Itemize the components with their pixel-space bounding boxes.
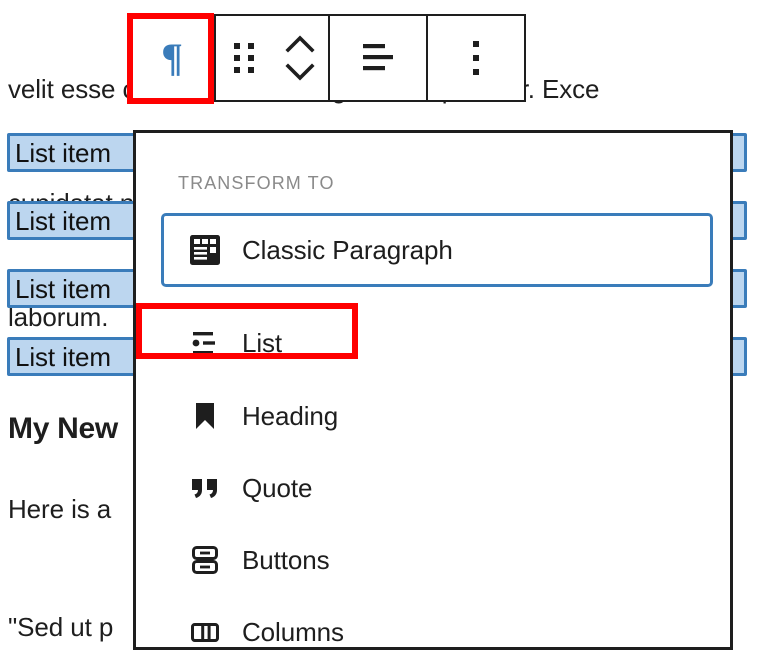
classic-paragraph-icon (186, 231, 224, 269)
move-block-buttons[interactable] (272, 16, 328, 100)
drag-handle-button[interactable] (216, 16, 272, 100)
list-item-text: List item (15, 342, 111, 372)
transform-option-list[interactable]: List (161, 306, 713, 380)
toolbar-group-block-type: ¶ (130, 16, 216, 100)
transform-menu-heading: TRANSFORM TO (178, 173, 335, 193)
toolbar-group-movers (216, 16, 330, 100)
transform-option-label: Heading (242, 400, 339, 431)
transform-option-label: Classic Paragraph (242, 234, 453, 265)
quote-block[interactable]: "Sed ut p (8, 612, 113, 643)
drag-handle-icon (234, 43, 254, 73)
transform-option-quote[interactable]: Quote (161, 451, 713, 525)
transform-option-columns[interactable]: Columns (161, 595, 713, 647)
transform-option-label: List (242, 327, 283, 358)
list-icon (186, 324, 224, 362)
transform-option-heading[interactable]: Heading (161, 379, 713, 453)
toolbar-group-align (330, 16, 428, 100)
transform-to-menu: TRANSFORM TO Classic Paragraph List Head… (133, 130, 733, 650)
transform-option-buttons[interactable]: Buttons (161, 523, 713, 597)
vertical-ellipsis-icon (473, 41, 479, 75)
pilcrow-icon: ¶ (161, 35, 183, 80)
heading-bookmark-icon (186, 397, 224, 435)
chevron-up-down-icon (285, 35, 315, 81)
heading-block[interactable]: My New (8, 412, 118, 446)
transform-option-label: Buttons (242, 544, 330, 575)
list-item-text: List item (15, 206, 111, 236)
block-toolbar: ¶ (128, 14, 526, 102)
toolbar-group-more (428, 16, 524, 100)
columns-icon (186, 613, 224, 647)
list-item-text: List item (15, 138, 111, 168)
align-text-icon (363, 44, 393, 71)
transform-option-classic-paragraph[interactable]: Classic Paragraph (161, 213, 713, 287)
align-text-button[interactable] (330, 16, 426, 100)
more-options-button[interactable] (428, 16, 524, 100)
quote-icon (186, 469, 224, 507)
paragraph-block-after-heading[interactable]: Here is a (8, 494, 111, 525)
buttons-icon (186, 541, 224, 579)
list-item-text: List item (15, 274, 111, 304)
block-type-paragraph-button[interactable]: ¶ (130, 16, 214, 100)
transform-option-label: Quote (242, 472, 313, 503)
